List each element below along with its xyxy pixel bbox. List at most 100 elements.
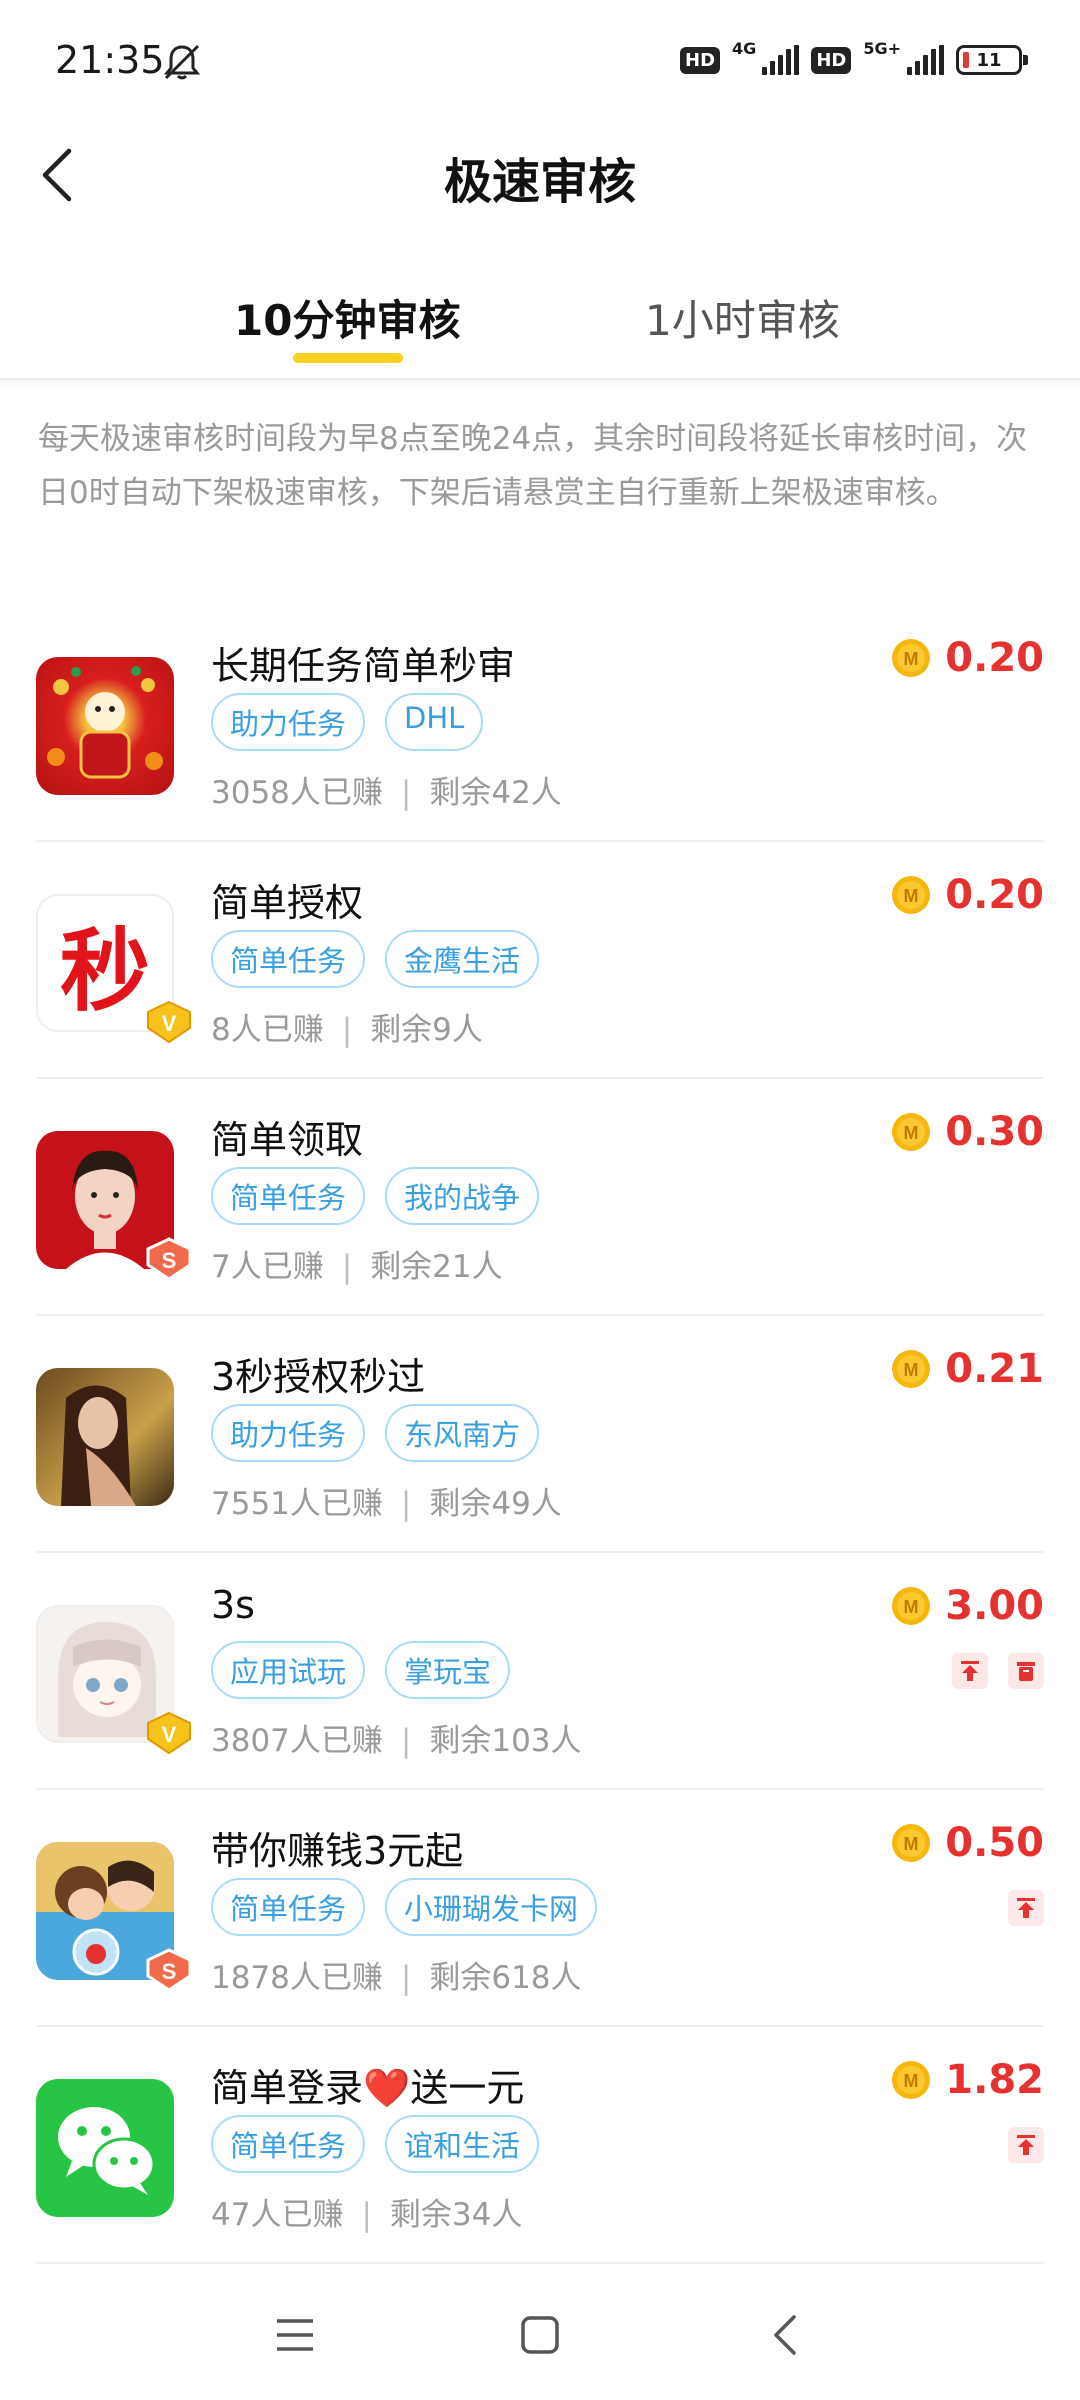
task-tag: 简单任务: [211, 2115, 366, 2173]
battery-icon: 11: [956, 45, 1028, 75]
menu-button[interactable]: [260, 2305, 330, 2365]
task-tag: 简单任务: [211, 1167, 366, 1225]
avatar: S: [36, 1131, 192, 1281]
task-tag: 掌玩宝: [385, 1641, 511, 1699]
reward: M 0.20: [891, 635, 1044, 681]
avatar: S: [36, 1842, 192, 1992]
svg-text:S: S: [162, 1959, 177, 1984]
reward: M 1.82: [891, 2057, 1044, 2103]
pin-top-icon[interactable]: [1008, 2127, 1044, 2163]
task-tag: 小珊瑚发卡网: [385, 1878, 598, 1936]
tab-10min[interactable]: 10分钟审核: [234, 287, 460, 348]
task-list: 长期任务简单秒审 助力任务 DHL 3058人已赚 | 剩余42人 M 0.20 秒…: [0, 605, 1080, 2264]
remaining-count: 剩余9人: [370, 1012, 483, 1048]
svg-text:M: M: [904, 2071, 919, 2091]
reward-value: 3.00: [945, 1583, 1044, 1629]
task-tags: 简单任务 金鹰生活: [211, 930, 540, 988]
earned-count: 1878人已赚: [211, 1960, 383, 1996]
chevron-left-icon: [42, 148, 72, 202]
reward-value: 0.21: [945, 1346, 1044, 1392]
signal-icon: [762, 45, 800, 75]
coin-icon: M: [892, 1587, 931, 1625]
page-title: 极速审核: [443, 154, 636, 210]
task-tags: 应用试玩 掌玩宝: [211, 1641, 511, 1699]
s-badge-icon: S: [146, 1237, 192, 1281]
task-tag: 简单任务: [211, 1878, 366, 1936]
svg-text:S: S: [162, 1248, 177, 1273]
reward-value: 0.30: [945, 1109, 1044, 1155]
earned-count: 7551人已赚: [211, 1486, 383, 1522]
remaining-count: 剩余49人: [429, 1486, 562, 1522]
list-item[interactable]: 秒 V 简单授权 简单任务 金鹰生活 8人已赚 | 剩余9人 M 0.20: [36, 842, 1044, 1079]
task-tag: 助力任务: [211, 1404, 366, 1462]
status-icons: HD 4G HD 5G+ 11: [680, 38, 1028, 82]
coin-icon: M: [892, 639, 931, 677]
svg-text:M: M: [904, 649, 919, 669]
reward-value: 1.82: [945, 2057, 1044, 2103]
network-label-1: 4G: [732, 38, 757, 58]
task-title: 带你赚钱3元起: [211, 1829, 464, 1873]
earned-count: 47人已赚: [211, 2197, 344, 2233]
list-item[interactable]: S 简单领取 简单任务 我的战争 7人已赚 | 剩余21人 M 0.30: [36, 1079, 1044, 1316]
reward: M 0.20: [891, 872, 1044, 918]
status-bar: 21:35 HD 4G HD 5G+ 11: [0, 0, 1080, 120]
nav-back-button[interactable]: [750, 2305, 820, 2365]
avatar: 秒 V: [36, 894, 191, 1044]
task-tags: 简单任务 谊和生活: [211, 2115, 540, 2173]
task-stats: 1878人已赚 | 剩余618人: [211, 1960, 582, 1996]
task-stats: 7人已赚 | 剩余21人: [211, 1249, 503, 1285]
remaining-count: 剩余103人: [429, 1723, 582, 1759]
action-icons: [952, 1653, 1044, 1689]
task-title: 简单授权: [211, 881, 364, 925]
coin-icon: M: [892, 2061, 931, 2099]
back-triangle-icon: [774, 2315, 796, 2355]
menu-icon: [277, 2319, 313, 2351]
task-stats: 3058人已赚 | 剩余42人: [211, 775, 562, 811]
hd-badge-2: HD: [811, 46, 852, 74]
task-tag: 我的战争: [385, 1167, 540, 1225]
earned-count: 3807人已赚: [211, 1723, 383, 1759]
remaining-count: 剩余34人: [389, 2197, 523, 2233]
tab-bar: 10分钟审核 1小时审核: [0, 265, 1080, 380]
tab-1hour[interactable]: 1小时审核: [645, 287, 840, 348]
task-tag: 简单任务: [211, 930, 366, 988]
task-stats: 7551人已赚 | 剩余49人: [211, 1486, 562, 1522]
earned-count: 3058人已赚: [211, 775, 383, 811]
reward-value: 0.50: [945, 1820, 1044, 1866]
wechat-avatar: [58, 2107, 156, 2195]
coin-icon: M: [892, 876, 931, 914]
list-item[interactable]: 简单登录❤️送一元 简单任务 谊和生活 47人已赚 | 剩余34人 M 1.82: [36, 2027, 1044, 2264]
list-item[interactable]: 长期任务简单秒审 助力任务 DHL 3058人已赚 | 剩余42人 M 0.20: [36, 605, 1044, 842]
trash-icon[interactable]: [1008, 1653, 1044, 1689]
home-button[interactable]: [505, 2305, 575, 2365]
pin-top-icon[interactable]: [1008, 1890, 1044, 1926]
task-tag: DHL: [385, 693, 484, 751]
task-stats: 47人已赚 | 剩余34人: [211, 2197, 523, 2233]
reward-value: 0.20: [945, 872, 1044, 918]
festival-avatar: [47, 666, 163, 779]
task-tags: 简单任务 我的战争: [211, 1167, 540, 1225]
network-label-2: 5G+: [863, 38, 901, 58]
tab-active-indicator: [293, 353, 403, 363]
notice-text: 每天极速审核时间段为早8点至晚24点，其余时间段将延长审核时间，次日0时自动下架…: [38, 421, 1028, 511]
header: 极速审核: [0, 120, 1080, 230]
home-square-icon: [521, 2316, 559, 2354]
reward: M 0.21: [891, 1346, 1044, 1392]
task-title: 简单登录❤️送一元: [211, 2066, 525, 2110]
reward-value: 0.20: [945, 635, 1044, 681]
pin-top-icon[interactable]: [952, 1653, 988, 1689]
battery-level: 11: [976, 49, 1002, 71]
signal-icon-2: [907, 45, 944, 75]
list-item[interactable]: V 3s 应用试玩 掌玩宝 3807人已赚 | 剩余103人 M 3.00: [36, 1553, 1044, 1790]
remaining-count: 剩余618人: [429, 1960, 582, 1996]
task-title: 3s: [211, 1583, 255, 1627]
back-button[interactable]: [22, 140, 92, 210]
action-icons: [1008, 1890, 1044, 1926]
list-item[interactable]: S 带你赚钱3元起 简单任务 小珊瑚发卡网 1878人已赚 | 剩余618人 M 0…: [36, 1790, 1044, 2027]
list-item[interactable]: 3秒授权秒过 助力任务 东风南方 7551人已赚 | 剩余49人 M 0.21: [36, 1316, 1044, 1553]
svg-text:M: M: [904, 1834, 919, 1854]
task-tag: 谊和生活: [385, 2115, 540, 2173]
miao-avatar: 秒: [60, 918, 150, 1024]
status-time: 21:35: [55, 38, 165, 82]
reward: M 0.30: [891, 1109, 1044, 1155]
